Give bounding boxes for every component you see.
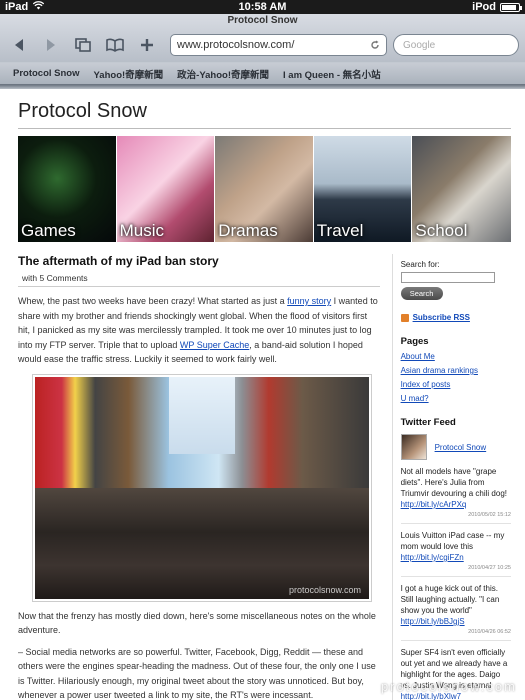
category-banner: Games Music Dramas Travel School xyxy=(18,136,511,242)
bookmark-i-am-queen[interactable]: I am Queen - 無名小站 xyxy=(276,67,388,81)
status-left: iPad xyxy=(5,1,45,13)
funny-story-link[interactable]: funny story xyxy=(287,296,331,306)
bookmarks-button[interactable] xyxy=(102,33,128,57)
website: Protocol Snow Games Music Dramas Travel … xyxy=(0,100,525,700)
banner-tile-music[interactable]: Music xyxy=(116,136,216,242)
status-right: iPod xyxy=(472,1,522,13)
status-bar: iPad 10:58 AM iPod xyxy=(0,0,525,14)
pages-heading: Pages xyxy=(400,336,429,347)
street-photo: protocolsnow.com xyxy=(35,376,369,599)
banner-tile-school[interactable]: School xyxy=(412,136,511,242)
browser-page-title: Protocol Snow xyxy=(227,15,298,26)
back-button[interactable] xyxy=(6,33,32,57)
avatar[interactable] xyxy=(400,434,427,460)
pages-icon xyxy=(75,38,91,52)
bookmark-yahoo-news[interactable]: Yahoo!奇摩新聞 xyxy=(87,67,171,81)
banner-label: Travel xyxy=(316,221,364,240)
post-comments-count[interactable]: with 5 Comments xyxy=(18,273,380,287)
browser-chrome: Protocol Snow www.protocolsnow.com/ Goog… xyxy=(0,14,525,85)
sidebar-search-input[interactable] xyxy=(400,272,495,283)
tweet-text: Not all models have "grape diets". Here'… xyxy=(400,467,507,498)
content-area: The aftermath of my iPad ban story with … xyxy=(18,254,511,700)
status-right-label: iPod xyxy=(472,1,496,13)
wifi-icon xyxy=(33,1,45,13)
banner-tile-travel[interactable]: Travel xyxy=(313,136,413,242)
post-paragraph: Now that the frenzy has mostly died down… xyxy=(18,610,376,636)
photo-watermark: protocolsnow.com xyxy=(288,584,361,595)
tweet: I got a huge kick out of this. Still lau… xyxy=(400,583,511,641)
watermark: protocolsnow.com xyxy=(380,679,517,694)
tweet-date: 2010/04/26 06:52 xyxy=(468,629,511,635)
browser-toolbar: www.protocolsnow.com/ Google xyxy=(0,28,525,62)
battery-icon xyxy=(500,2,522,12)
banner-tile-games[interactable]: Games xyxy=(18,136,117,242)
tweet-link[interactable]: http://bit.ly/cArPXq xyxy=(401,500,467,509)
sidebar-search-button[interactable]: Search xyxy=(400,287,443,300)
bookmark-protocol-snow[interactable]: Protocol Snow xyxy=(6,68,87,79)
page-link-u-mad[interactable]: U mad? xyxy=(401,394,511,403)
open-book-icon xyxy=(106,38,124,52)
subscribe-rss-link[interactable]: Subscribe RSS xyxy=(400,313,511,322)
pages-button[interactable] xyxy=(70,33,96,57)
post: The aftermath of my iPad ban story with … xyxy=(18,254,380,700)
bookmark-yahoo-politics[interactable]: 政治-Yahoo!奇摩新聞 xyxy=(170,67,276,81)
banner-label: Dramas xyxy=(218,221,278,240)
post-paragraph: – Social media networks are so powerful.… xyxy=(18,646,376,700)
search-placeholder: Google xyxy=(403,39,436,51)
tweet: Louis Vuitton iPad case -- my mom would … xyxy=(400,530,511,577)
tweet-date: 2010/05/02 15:12 xyxy=(468,512,511,518)
page-link-about-me[interactable]: About Me xyxy=(401,352,511,361)
post-photo[interactable]: protocolsnow.com xyxy=(32,373,372,602)
search-label: Search for: xyxy=(400,260,440,269)
rss-label: Subscribe RSS xyxy=(412,313,470,322)
reload-icon[interactable] xyxy=(370,40,380,50)
twitter-feed-heading: Twitter Feed xyxy=(400,417,456,428)
banner-tile-dramas[interactable]: Dramas xyxy=(215,136,314,242)
page-link-drama-rankings[interactable]: Asian drama rankings xyxy=(401,366,511,375)
tweet: Not all models have "grape diets". Here'… xyxy=(400,466,511,524)
tweet-date: 2010/04/27 10:25 xyxy=(468,565,511,571)
banner-label: Games xyxy=(21,221,76,240)
feed-user-link[interactable]: Protocol Snow xyxy=(435,443,487,452)
bookmarks-bar: Protocol Snow Yahoo!奇摩新聞 政治-Yahoo!奇摩新聞 I… xyxy=(0,62,525,84)
search-field[interactable]: Google xyxy=(393,34,519,56)
post-paragraph: Whew, the past two weeks have been crazy… xyxy=(18,294,380,367)
chrome-shadow xyxy=(0,85,525,89)
feed-user: Protocol Snow xyxy=(400,434,511,460)
tweet-link[interactable]: http://bit.ly/cgiFZn xyxy=(401,553,464,562)
back-arrow-icon xyxy=(15,39,23,51)
banner-label: School xyxy=(415,221,468,240)
sidebar: Search for: Search Subscribe RSS Pages A… xyxy=(391,254,511,700)
post-title[interactable]: The aftermath of my iPad ban story xyxy=(18,254,380,268)
post-text: Whew, the past two weeks have been crazy… xyxy=(18,296,288,306)
address-bar[interactable]: www.protocolsnow.com/ xyxy=(170,34,387,56)
tweet-link[interactable]: http://bit.ly/bBJgjS xyxy=(401,617,465,626)
page-link-index[interactable]: Index of posts xyxy=(401,380,511,389)
url-text: www.protocolsnow.com/ xyxy=(177,39,295,51)
rss-icon xyxy=(400,313,409,322)
plus-icon xyxy=(141,39,153,51)
site-title[interactable]: Protocol Snow xyxy=(18,100,511,129)
tweet-text: I got a huge kick out of this. Still lau… xyxy=(400,584,500,615)
status-time: 10:58 AM xyxy=(238,1,287,13)
forward-arrow-icon xyxy=(47,39,55,51)
forward-button[interactable] xyxy=(38,33,64,57)
device-label: iPad xyxy=(5,1,29,13)
banner-label: Music xyxy=(119,221,164,240)
wp-super-cache-link[interactable]: WP Super Cache xyxy=(180,340,249,350)
add-bookmark-button[interactable] xyxy=(134,33,160,57)
tweet-text: Louis Vuitton iPad case -- my mom would … xyxy=(400,531,505,551)
